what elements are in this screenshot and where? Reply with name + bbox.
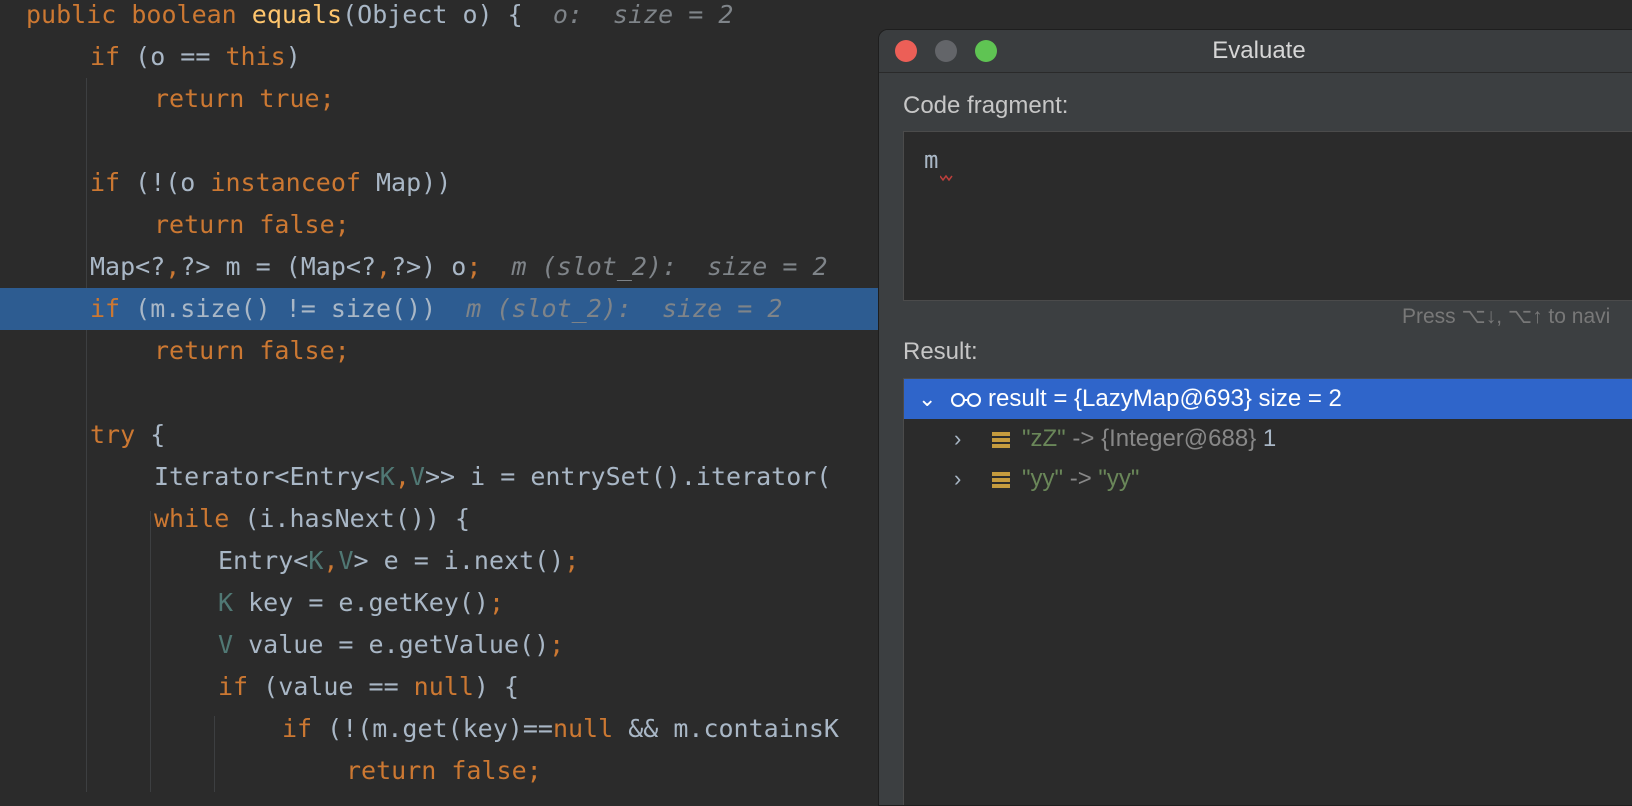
navigation-hint: Press ⌥↓, ⌥↑ to navi: [1402, 305, 1611, 328]
code-token: (m.size() != size()): [135, 294, 467, 323]
code-token: ?> m = (Map<?: [180, 252, 376, 281]
code-token: if: [90, 294, 136, 323]
result-root-row[interactable]: ⌄ result = {LazyMap@693} size = 2: [904, 379, 1632, 419]
code-token: ): [285, 42, 301, 71]
code-token: o: size = 2: [552, 0, 734, 29]
code-token: V: [338, 546, 354, 575]
chevron-right-icon[interactable]: ›: [954, 459, 961, 499]
code-token: return false;: [154, 336, 350, 365]
chevron-right-icon[interactable]: ›: [954, 419, 961, 459]
code-token: ,: [394, 462, 410, 491]
watch-glasses-icon: [951, 393, 981, 407]
entry-type: {Integer@688}: [1101, 425, 1257, 452]
code-token: (i.hasNext()) {: [244, 504, 471, 533]
code-token: public boolean: [26, 0, 252, 29]
entry-text: "yy" -> "yy": [1022, 459, 1139, 499]
error-squiggle-icon: [940, 174, 953, 182]
code-line: public boolean equals(Object o) { o: siz…: [0, 0, 926, 36]
code-line: try {: [0, 414, 990, 456]
code-token: > e = i.next(): [353, 546, 565, 575]
code-fragment-text: m: [924, 146, 939, 174]
code-token: ,: [165, 252, 181, 281]
code-token: ,: [376, 252, 392, 281]
code-token: K: [218, 588, 249, 617]
dialog-title: Evaluate: [1212, 37, 1306, 64]
code-token: ;: [549, 630, 565, 659]
entry-value: "yy": [1098, 465, 1140, 492]
code-token: try: [90, 420, 151, 449]
code-token: while: [154, 504, 245, 533]
code-token: (!(m.get(key)==: [327, 714, 553, 743]
chevron-down-icon[interactable]: ⌄: [918, 379, 936, 419]
code-token: K: [308, 546, 324, 575]
code-token: Map<?: [90, 252, 166, 281]
current-execution-line: if (m.size() != size()) m (slot_2): size…: [0, 288, 990, 330]
code-token: V: [409, 462, 425, 491]
code-token: return false;: [154, 210, 350, 239]
code-token: Map)): [376, 168, 452, 197]
code-token: ,: [323, 546, 339, 575]
code-token: return false;: [346, 756, 542, 785]
code-line: if (o == this): [0, 36, 990, 78]
code-token: (!(o: [135, 168, 211, 197]
code-line: Map<?,?> m = (Map<?,?>) o; m (slot_2): s…: [0, 246, 990, 288]
code-token: ?>) o: [391, 252, 467, 281]
code-token: Iterator<Entry<: [154, 462, 380, 491]
code-token: null: [552, 714, 629, 743]
code-token: ;: [466, 252, 512, 281]
map-entry-icon: [992, 472, 1010, 488]
code-fragment-editor[interactable]: m: [903, 131, 1632, 301]
code-token: (o ==: [135, 42, 226, 71]
code-token: key = e.getKey(): [248, 588, 489, 617]
code-token: if: [90, 42, 136, 71]
entry-arrow: ->: [1069, 465, 1092, 492]
entry-key: "yy": [1022, 465, 1064, 492]
code-fragment-label: Code fragment:: [903, 92, 1069, 119]
code-token: (Object o) {: [342, 0, 553, 29]
code-token: ;: [564, 546, 580, 575]
evaluate-dialog: Evaluate Code fragment: m Press ⌥↓, ⌥↑ t…: [878, 29, 1632, 806]
code-token: if: [90, 168, 136, 197]
code-token: equals: [251, 0, 343, 29]
code-token: this: [225, 42, 286, 71]
code-line: if (!(o instanceof Map)): [0, 162, 990, 204]
code-token: {: [150, 420, 166, 449]
entry-value: 1: [1262, 425, 1277, 452]
code-token: >> i = entrySet().iterator(: [424, 462, 832, 491]
code-token: (value ==: [263, 672, 414, 701]
code-token: && m.containsK: [628, 714, 839, 743]
dialog-titlebar[interactable]: Evaluate: [879, 30, 1632, 73]
code-token: V: [218, 630, 249, 659]
entry-arrow: ->: [1072, 425, 1095, 452]
code-token: instanceof: [210, 168, 376, 197]
code-token: ) {: [473, 672, 520, 701]
result-child-row[interactable]: › "zZ" -> {Integer@688} 1: [904, 419, 1632, 459]
entry-key: "zZ": [1022, 425, 1066, 452]
code-token: if: [282, 714, 328, 743]
code-token: ;: [488, 588, 504, 617]
code-token: value = e.getValue(): [248, 630, 550, 659]
result-child-row[interactable]: › "yy" -> "yy": [904, 459, 1632, 499]
result-label: Result:: [903, 338, 978, 365]
code-token: m (slot_2): size = 2: [466, 294, 783, 323]
code-token: if: [218, 672, 264, 701]
result-tree[interactable]: ⌄ result = {LazyMap@693} size = 2 › "zZ"…: [903, 378, 1632, 805]
code-token: m (slot_2): size = 2: [511, 252, 828, 281]
code-token: null: [413, 672, 474, 701]
code-token: return true;: [154, 84, 335, 113]
code-token: Entry<: [218, 546, 309, 575]
result-value: result = {LazyMap@693} size = 2: [988, 385, 1342, 412]
code-token: K: [379, 462, 395, 491]
entry-text: "zZ" -> {Integer@688} 1: [1022, 419, 1276, 459]
map-entry-icon: [992, 432, 1010, 448]
